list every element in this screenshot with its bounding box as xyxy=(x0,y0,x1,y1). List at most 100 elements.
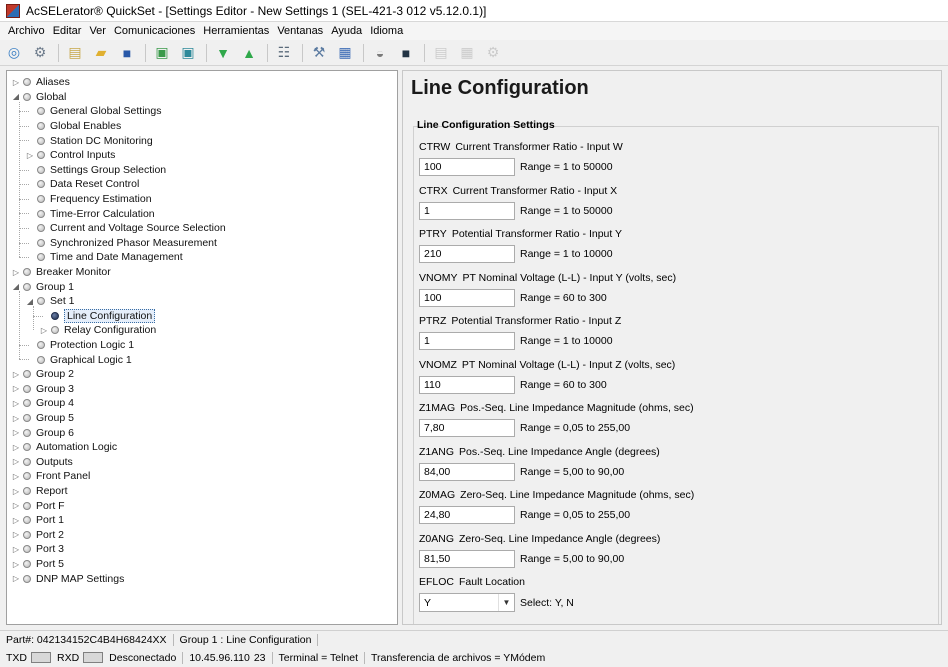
send-icon[interactable]: ▣ xyxy=(178,43,198,63)
save-icon[interactable]: ■ xyxy=(117,43,137,63)
expand-arrow-icon[interactable]: ▷ xyxy=(11,384,21,393)
efloc-dropdown[interactable]: Y ▼ xyxy=(419,593,515,612)
expand-arrow-icon[interactable]: ▷ xyxy=(11,560,21,569)
tree-item[interactable]: ▷ Breaker Monitor xyxy=(11,265,111,280)
setting-range: Range = 5,00 to 90,00 xyxy=(520,552,625,565)
tree-item[interactable]: Synchronized Phasor Measurement xyxy=(25,236,217,251)
tree-item[interactable]: ▷ Front Panel xyxy=(11,469,90,484)
tree-item[interactable]: ▷ Aliases xyxy=(11,75,70,90)
expand-arrow-icon[interactable]: ▷ xyxy=(11,501,21,510)
tree-item[interactable]: ▷ Group 4 xyxy=(11,396,74,411)
toolbar-separator xyxy=(145,43,146,62)
tree-item[interactable]: Settings Group Selection xyxy=(25,163,166,178)
tree-item[interactable]: ▷ DNP MAP Settings xyxy=(11,571,124,586)
expand-arrow-icon[interactable]: ▷ xyxy=(11,414,21,423)
tree-item[interactable]: Time-Error Calculation xyxy=(25,206,155,221)
settings-wrench-icon[interactable]: ⚙ xyxy=(30,43,50,63)
connect-icon[interactable]: ◎ xyxy=(4,43,24,63)
expand-arrow-icon[interactable]: ▷ xyxy=(39,326,49,335)
menu-item-ventanas[interactable]: Ventanas xyxy=(273,25,327,37)
report-icon[interactable]: ▦ xyxy=(335,43,355,63)
expand-arrow-icon[interactable]: ▷ xyxy=(11,530,21,539)
menu-item-herramientas[interactable]: Herramientas xyxy=(199,25,273,37)
tree-item[interactable]: ▷ Port 2 xyxy=(11,528,64,543)
tree-item[interactable]: General Global Settings xyxy=(25,104,161,119)
expand-arrow-icon[interactable]: ▷ xyxy=(11,472,21,481)
tree-item[interactable]: ▷ Group 6 xyxy=(11,425,74,440)
settings-tree[interactable]: ▷ Aliases ◢ Global General Global Settings Gl… xyxy=(6,70,398,625)
terminal-icon[interactable]: ■ xyxy=(396,43,416,63)
tree-item[interactable]: Line Configuration xyxy=(39,308,156,324)
tree-item-label: Set 1 xyxy=(50,295,75,308)
tree-item[interactable]: ▷ Group 5 xyxy=(11,411,74,426)
tree-item[interactable]: ▷ Port 3 xyxy=(11,542,64,557)
tree-item[interactable]: Time and Date Management xyxy=(25,250,183,265)
tree-item[interactable]: ▷ Control Inputs xyxy=(25,148,115,163)
window-title: AcSELerator® QuickSet - [Settings Editor… xyxy=(26,3,487,18)
tree-item-label: Time and Date Management xyxy=(50,251,183,264)
tree-item[interactable]: Global Enables xyxy=(25,119,121,134)
menu-item-idioma[interactable]: Idioma xyxy=(366,25,407,37)
node-icon xyxy=(23,487,31,496)
menu-item-editar[interactable]: Editar xyxy=(49,25,86,37)
expand-arrow-icon[interactable]: ▷ xyxy=(11,78,21,87)
collapse-arrow-icon[interactable]: ◢ xyxy=(11,92,21,101)
ctrx-input[interactable]: 1 xyxy=(419,201,515,220)
tree-item-label: Time-Error Calculation xyxy=(50,207,155,220)
expand-arrow-icon[interactable]: ▷ xyxy=(11,487,21,496)
tree-item[interactable]: ▷ Port F xyxy=(11,498,65,513)
tree-item[interactable]: Protection Logic 1 xyxy=(25,338,134,353)
menu-item-archivo[interactable]: Archivo xyxy=(4,25,49,37)
z1mag-input[interactable]: 7,80 xyxy=(419,419,515,437)
tree-item[interactable]: ▷ Report xyxy=(11,484,68,499)
expand-arrow-icon[interactable]: ▷ xyxy=(11,443,21,452)
expand-arrow-icon[interactable]: ▷ xyxy=(11,268,21,277)
menu-item-comunicaciones[interactable]: Comunicaciones xyxy=(110,25,199,37)
expand-arrow-icon[interactable]: ▷ xyxy=(11,457,21,466)
vnomy-input[interactable]: 100 xyxy=(419,288,515,307)
tree-item-label: Station DC Monitoring xyxy=(50,134,153,147)
expand-arrow-icon[interactable]: ▷ xyxy=(11,399,21,408)
open-folder-icon[interactable]: ▰ xyxy=(91,43,111,63)
tree-item[interactable]: Station DC Monitoring xyxy=(25,133,153,148)
expand-arrow-icon[interactable]: ▷ xyxy=(25,151,35,160)
expand-arrow-icon[interactable]: ▷ xyxy=(11,370,21,379)
z0ang-input[interactable]: 81,50 xyxy=(419,549,515,568)
menu-item-ver[interactable]: Ver xyxy=(85,25,110,37)
tree-item[interactable]: ▷ Automation Logic xyxy=(11,440,117,455)
green-up-icon[interactable]: ▲ xyxy=(239,43,259,63)
gauge-icon[interactable]: ◒ xyxy=(370,43,390,63)
tree-item[interactable]: Current and Voltage Source Selection xyxy=(25,221,226,236)
menu-item-ayuda[interactable]: Ayuda xyxy=(327,25,366,37)
expand-arrow-icon[interactable]: ▷ xyxy=(11,574,21,583)
tree-item[interactable]: ▷ Outputs xyxy=(11,455,73,470)
z1ang-input[interactable]: 84,00 xyxy=(419,462,515,481)
setting-code: Z0ANG xyxy=(419,532,455,545)
new-file-icon[interactable]: ▤ xyxy=(65,43,85,63)
expand-arrow-icon[interactable]: ▷ xyxy=(11,516,21,525)
tree-item[interactable]: ▷ Group 3 xyxy=(11,382,74,397)
expand-arrow-icon[interactable]: ▷ xyxy=(11,545,21,554)
tree-item[interactable]: Graphical Logic 1 xyxy=(25,352,132,367)
ptry-input[interactable]: 210 xyxy=(419,245,515,263)
network-icon[interactable]: ☷ xyxy=(274,43,294,63)
setting-field-row: 24,80 Range = 0,05 to 255,00 xyxy=(419,506,694,524)
z0mag-input[interactable]: 24,80 xyxy=(419,506,515,524)
ptrz-input[interactable]: 1 xyxy=(419,332,515,350)
tree-item[interactable]: ▷ Group 2 xyxy=(11,367,74,382)
tree-item[interactable]: ▷ Port 1 xyxy=(11,513,64,528)
collapse-arrow-icon[interactable]: ◢ xyxy=(25,297,35,306)
tree-item[interactable]: ◢ Group 1 xyxy=(11,279,74,294)
vnomz-input[interactable]: 110 xyxy=(419,375,515,394)
green-down-icon[interactable]: ▼ xyxy=(213,43,233,63)
tree-item[interactable]: ▷ Relay Configuration xyxy=(39,323,156,338)
chevron-down-icon[interactable]: ▼ xyxy=(498,594,514,611)
expand-arrow-icon[interactable]: ▷ xyxy=(11,428,21,437)
tools-icon[interactable]: ⚒ xyxy=(309,43,329,63)
collapse-arrow-icon[interactable]: ◢ xyxy=(11,282,21,291)
tree-item[interactable]: ▷ Port 5 xyxy=(11,557,64,572)
ctrw-input[interactable]: 100 xyxy=(419,158,515,176)
tree-item[interactable]: Data Reset Control xyxy=(25,177,139,192)
tree-item[interactable]: Frequency Estimation xyxy=(25,192,152,207)
read-icon[interactable]: ▣ xyxy=(152,43,172,63)
